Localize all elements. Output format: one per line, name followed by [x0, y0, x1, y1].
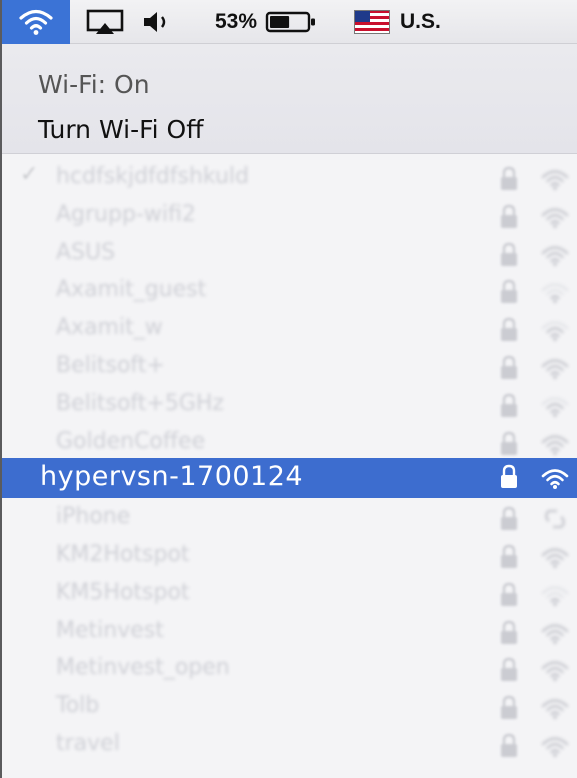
lock-icon [499, 317, 519, 347]
network-name: GoldenCoffee [56, 428, 206, 454]
lock-icon [499, 242, 519, 272]
network-name: Axamit_w [56, 315, 163, 341]
wifi-signal-icon [540, 734, 570, 762]
wifi-signal-icon [540, 356, 570, 384]
network-item[interactable]: GoldenCoffee [2, 425, 577, 463]
network-item[interactable]: Metinvest_open [2, 651, 577, 689]
network-name: Metinvest_open [56, 655, 230, 681]
wifi-signal-icon [540, 545, 570, 573]
lock-icon [499, 166, 519, 196]
input-source-menu-extra[interactable]: U.S. [354, 0, 441, 44]
network-item[interactable]: KM2Hotspot [2, 538, 577, 576]
network-item[interactable]: Axamit_guest [2, 273, 577, 311]
network-item[interactable]: Tolb [2, 689, 577, 727]
network-name: Belitsoft+ [56, 353, 165, 378]
battery-icon [265, 11, 316, 33]
lock-icon [499, 544, 519, 574]
network-name: ASUS [56, 239, 116, 265]
lock-icon [499, 355, 519, 385]
network-name: iPhone [56, 504, 131, 530]
lock-icon [499, 506, 519, 536]
wifi-signal-icon [540, 583, 570, 611]
volume-icon [144, 12, 166, 32]
turn-wifi-off-menu-item[interactable]: Turn Wi-Fi Off [38, 115, 203, 144]
menu-bar: 53% U.S. [2, 0, 577, 44]
battery-percent: 53% [215, 10, 258, 33]
wifi-signal-icon [540, 466, 570, 494]
network-item[interactable]: ASUS [2, 236, 577, 274]
wifi-signal-icon [540, 318, 570, 346]
wifi-signal-icon [540, 696, 570, 724]
network-name: Axamit_guest [56, 277, 207, 303]
wifi-signal-icon [540, 280, 570, 308]
network-name: travel [56, 731, 120, 756]
lock-icon [499, 695, 519, 725]
lock-icon [499, 431, 519, 461]
personal-hotspot-icon [540, 507, 570, 535]
network-item[interactable]: Axamit_w [2, 311, 577, 349]
wifi-status-section: Wi-Fi: On Turn Wi-Fi Off [2, 44, 577, 154]
connected-checkmark-icon: ✓ [20, 162, 39, 187]
input-source-label: U.S. [400, 10, 441, 33]
wifi-status-text: Wi-Fi: On [38, 70, 150, 99]
lock-icon [499, 733, 519, 763]
network-name: Belitsoft+5GHz [56, 390, 224, 416]
volume-menu-extra[interactable] [142, 0, 172, 44]
network-name: hcdfskjdfdfshkuld [56, 164, 249, 189]
network-item[interactable]: travel [2, 727, 577, 765]
network-name: hypervsn-1700124 [40, 461, 304, 493]
network-item[interactable]: iPhone [2, 500, 577, 538]
wifi-signal-icon [540, 658, 570, 686]
lock-icon [499, 204, 519, 234]
lock-icon [499, 464, 519, 494]
lock-icon [499, 620, 519, 650]
network-item-selected[interactable]: hypervsn-1700124 [2, 458, 577, 499]
lock-icon [499, 657, 519, 687]
wifi-menu-extra[interactable] [2, 0, 70, 44]
network-name: Tolb [56, 693, 100, 719]
wifi-signal-icon [540, 432, 570, 460]
network-name: Agrupp-wifi2 [56, 201, 196, 227]
airplay-icon [86, 9, 124, 34]
network-item[interactable]: Metinvest [2, 614, 577, 652]
network-item[interactable]: Belitsoft+5GHz [2, 387, 577, 425]
network-name: Metinvest [56, 617, 164, 643]
wifi-menu-window: 53% U.S. Wi-Fi: On Turn Wi-Fi Off ✓hcdf [0, 0, 577, 778]
wifi-signal-icon [540, 394, 570, 422]
network-item[interactable]: Belitsoft+ [2, 349, 577, 387]
network-item[interactable]: KM5Hotspot [2, 576, 577, 614]
us-flag-icon [354, 10, 390, 34]
lock-icon [499, 582, 519, 612]
lock-icon [499, 393, 519, 423]
wifi-signal-icon [540, 243, 570, 271]
wifi-signal-icon [540, 167, 570, 195]
network-name: KM5Hotspot [56, 579, 190, 605]
network-item[interactable]: ✓ hcdfskjdfdfshkuld [2, 160, 577, 198]
battery-menu-extra[interactable]: 53% [215, 0, 317, 44]
wifi-signal-icon [540, 205, 570, 233]
lock-icon [499, 279, 519, 309]
network-name: KM2Hotspot [56, 542, 190, 567]
wifi-icon [19, 9, 53, 35]
network-item[interactable]: Agrupp-wifi2 [2, 198, 577, 236]
airplay-menu-extra[interactable] [86, 0, 124, 44]
wifi-signal-icon [540, 621, 570, 649]
